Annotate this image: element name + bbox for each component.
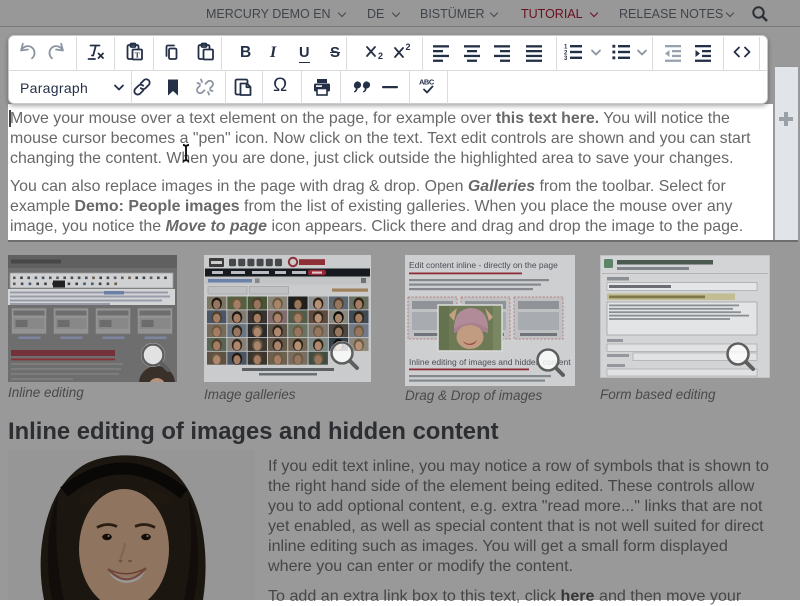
svg-text:Edit content inline - directly: Edit content inline - directly on the pa…: [409, 260, 558, 270]
svg-text:3: 3: [564, 56, 568, 62]
svg-text:ABC: ABC: [419, 78, 435, 87]
svg-text:2: 2: [406, 42, 411, 52]
svg-text:2: 2: [378, 51, 383, 61]
svg-text:T: T: [135, 50, 140, 59]
